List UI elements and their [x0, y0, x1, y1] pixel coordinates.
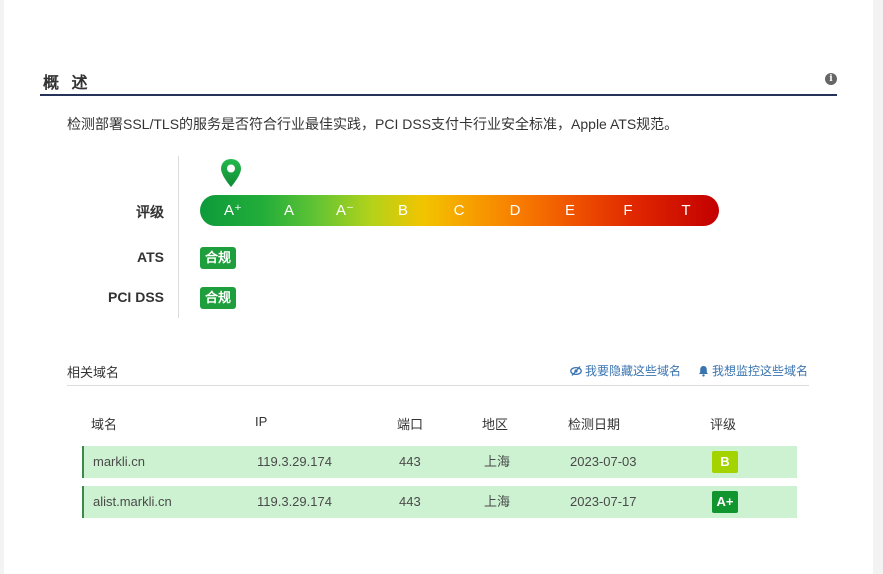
- table-row[interactable]: markli.cn 119.3.29.174 443 上海 2023-07-03…: [82, 446, 797, 478]
- pci-dss-label: PCI DSS: [107, 289, 164, 305]
- grade-t: T: [681, 202, 691, 219]
- row-region: 上海: [484, 454, 511, 469]
- related-domains-title: 相关域名: [67, 365, 120, 380]
- hide-domains-label: 我要隐藏这些域名: [585, 364, 682, 378]
- row-date: 2023-07-17: [570, 494, 637, 509]
- eye-slash-icon: [570, 365, 582, 376]
- row-region: 上海: [484, 494, 511, 509]
- row-date: 2023-07-03: [570, 454, 637, 469]
- rating-label: 评级: [136, 204, 164, 220]
- hide-domains-link[interactable]: 我要隐藏这些域名: [570, 362, 681, 379]
- column-header-ip: IP: [255, 414, 268, 429]
- column-header-port: 端口: [397, 417, 424, 432]
- column-header-domain: 域名: [91, 417, 118, 432]
- grade-f: F: [623, 202, 633, 219]
- row-domain[interactable]: alist.markli.cn: [93, 486, 172, 518]
- column-header-grade: 评级: [710, 417, 737, 432]
- section-header: 概 述 i: [40, 66, 837, 96]
- table-row[interactable]: alist.markli.cn 119.3.29.174 443 上海 2023…: [82, 486, 797, 518]
- grade-b: B: [397, 202, 408, 219]
- description-text: 检测部署SSL/TLS的服务是否符合行业最佳实践，PCI DSS支付卡行业安全标…: [67, 116, 679, 132]
- grade-d: D: [509, 202, 521, 219]
- related-domains-header: 相关域名 我要隐藏这些域名 我想监控这些域名: [67, 362, 809, 386]
- ats-status-badge: 合规: [200, 247, 237, 269]
- grade-marker-pin-icon: [221, 159, 241, 187]
- overview-panel: 概 述 i 检测部署SSL/TLS的服务是否符合行业最佳实践，PCI DSS支付…: [4, 0, 873, 574]
- row-port: 443: [399, 454, 421, 469]
- divider: [178, 156, 179, 318]
- row-port: 443: [399, 494, 421, 509]
- column-header-region: 地区: [482, 417, 509, 432]
- bell-icon: [699, 365, 708, 377]
- pci-status-badge: 合规: [200, 287, 237, 309]
- grade-scale-bar: A⁺ A A⁻ B C D E F T: [200, 195, 719, 226]
- column-header-date: 检测日期: [568, 417, 621, 432]
- monitor-domains-label: 我想监控这些域名: [712, 364, 809, 378]
- ats-label: ATS: [137, 249, 164, 265]
- grade-e: E: [564, 202, 575, 219]
- grade-a: A: [283, 202, 294, 219]
- row-ip: 119.3.29.174: [257, 494, 332, 509]
- row-domain[interactable]: markli.cn: [93, 446, 145, 478]
- monitor-domains-link[interactable]: 我想监控这些域名: [698, 362, 808, 379]
- info-icon[interactable]: i: [825, 73, 837, 85]
- grade-a-minus: A⁻: [336, 202, 354, 219]
- section-title: 概 述: [43, 75, 92, 92]
- row-grade-badge[interactable]: A+: [712, 491, 738, 513]
- grade-a-plus: A⁺: [224, 202, 242, 219]
- grade-c: C: [453, 202, 465, 219]
- row-ip: 119.3.29.174: [257, 454, 332, 469]
- row-grade-badge[interactable]: B: [712, 451, 738, 473]
